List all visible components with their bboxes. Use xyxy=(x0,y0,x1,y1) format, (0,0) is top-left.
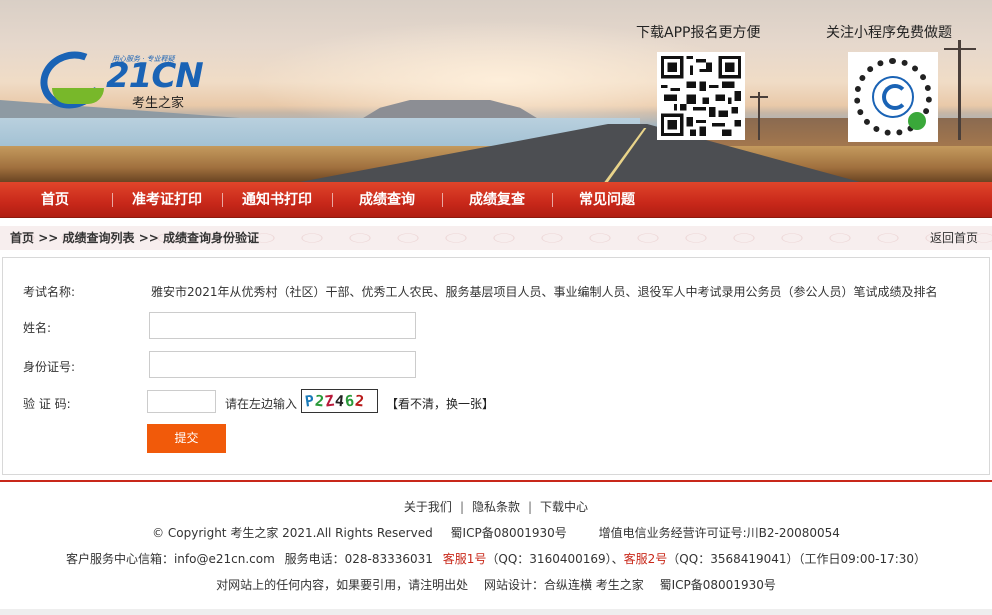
footer-icp2[interactable]: 蜀ICP备08001930号 xyxy=(660,578,776,592)
captcha-refresh-link[interactable]: 【看不清，换一张】 xyxy=(386,395,494,412)
utility-pole xyxy=(958,40,961,140)
footer-notice-row: 对网站上的任何内容，如果要引用，请注明出处 网站设计：合纵连横 考生之家 蜀IC… xyxy=(0,576,992,593)
nav-item-admission-ticket[interactable]: 准考证打印 xyxy=(112,182,222,218)
captcha-label: 验 证 码: xyxy=(23,397,71,411)
site-logo[interactable]: 用心服务 · 专业释疑 21CN 考生之家 xyxy=(32,42,204,118)
footer-service-row: 客户服务中心信箱：info@e21cn.com 服务电话：028-8333603… xyxy=(0,550,992,567)
utility-pole xyxy=(758,92,760,140)
captcha-input[interactable] xyxy=(147,390,216,413)
footer-link-privacy[interactable]: 隐私条款 xyxy=(472,500,520,514)
footer-links: 关于我们 | 隐私条款 | 下载中心 xyxy=(0,498,992,515)
captcha-char: 2 xyxy=(354,391,366,411)
qr-app-code-icon[interactable] xyxy=(657,52,745,140)
breadcrumb-list[interactable]: 成绩查询列表 xyxy=(63,231,135,245)
qr-code-icon xyxy=(661,56,741,136)
breadcrumb-sep: >> xyxy=(138,231,159,245)
id-number-label: 身份证号: xyxy=(23,360,76,374)
nav-item-faq[interactable]: 常见问题 xyxy=(552,182,662,218)
exam-name-value: 雅安市2021年从优秀村（社区）干部、优秀工人农民、服务基层项目人员、事业编制人… xyxy=(151,285,938,299)
back-home-link[interactable]: 返回首页 xyxy=(930,226,978,250)
footer-phone: 服务电话：028-83336031 xyxy=(284,552,433,566)
footer-link-download[interactable]: 下载中心 xyxy=(540,500,588,514)
footer-kefu2-qq: （QQ：3568419041）（工作日09:00-17:30） xyxy=(667,552,927,566)
mini-program-code-icon[interactable] xyxy=(848,52,938,142)
mini-program-logo-icon xyxy=(872,76,914,118)
footer-bottom-bar xyxy=(0,609,992,615)
nav-item-score-review[interactable]: 成绩复查 xyxy=(442,182,552,218)
footer-kefu2-link[interactable]: 客服2号 xyxy=(624,552,668,566)
captcha-image[interactable]: P2Z462 xyxy=(301,389,378,413)
submit-button[interactable]: 提交 xyxy=(147,424,226,453)
footer-kefu1-link[interactable]: 客服1号 xyxy=(443,552,487,566)
nav-item-notice-print[interactable]: 通知书打印 xyxy=(222,182,332,218)
logo-ring-icon xyxy=(32,42,112,118)
breadcrumb: 首页 >> 成绩查询列表 >> 成绩查询身份验证 返回首页 xyxy=(0,226,992,250)
utility-pole-bar xyxy=(750,96,768,98)
nav-item-home[interactable]: 首页 xyxy=(0,182,110,218)
footer-sep: | xyxy=(459,500,464,514)
exam-name-label: 考试名称: xyxy=(23,285,76,299)
logo-subtitle: 考生之家 xyxy=(132,96,185,111)
captcha-hint: 请在左边输入 xyxy=(225,397,298,411)
id-number-input[interactable] xyxy=(149,351,416,378)
qr-mini-title: 关注小程序免费做题 xyxy=(826,25,952,41)
footer-kefu1-qq: （QQ：3160400169）、 xyxy=(486,552,624,566)
footer-copyright: © Copyright 考生之家 2021.All Rights Reserve… xyxy=(152,526,433,540)
logo-swoosh-icon xyxy=(52,88,104,104)
breadcrumb-home[interactable]: 首页 xyxy=(10,231,34,245)
wechat-icon xyxy=(908,112,926,130)
footer-copyright-row: © Copyright 考生之家 2021.All Rights Reserve… xyxy=(0,524,992,541)
breadcrumb-trail: 首页 >> 成绩查询列表 >> 成绩查询身份验证 xyxy=(10,226,259,250)
utility-pole-bar xyxy=(944,48,976,50)
nav-item-score-query[interactable]: 成绩查询 xyxy=(332,182,442,218)
main-nav: 首页 准考证打印 通知书打印 成绩查询 成绩复查 常见问题 xyxy=(0,182,992,218)
breadcrumb-sep: >> xyxy=(38,231,59,245)
footer-license: 增值电信业务经营许可证号:川B2-20080054 xyxy=(598,526,840,540)
identity-verify-form: 考试名称: 雅安市2021年从优秀村（社区）干部、优秀工人农民、服务基层项目人员… xyxy=(2,257,990,475)
footer-mail[interactable]: info@e21cn.com xyxy=(174,552,275,566)
footer-icp[interactable]: 蜀ICP备08001930号 xyxy=(451,526,567,540)
header-banner: 用心服务 · 专业释疑 21CN 考生之家 下载APP报名更方便 关注小程序免费… xyxy=(0,0,992,182)
footer-sep: | xyxy=(528,500,533,514)
breadcrumb-current: 成绩查询身份验证 xyxy=(163,231,260,245)
footer-link-about[interactable]: 关于我们 xyxy=(404,500,452,514)
footer-mail-label: 客户服务中心信箱： xyxy=(65,552,174,566)
logo-wordmark: 21CN xyxy=(106,56,204,96)
qr-app-title: 下载APP报名更方便 xyxy=(636,25,761,41)
name-label: 姓名: xyxy=(23,321,52,335)
name-input[interactable] xyxy=(149,312,416,339)
footer-design: 网站设计：合纵连横 考生之家 xyxy=(483,578,644,592)
footer-notice: 对网站上的任何内容，如果要引用，请注明出处 xyxy=(216,578,469,592)
footer-divider xyxy=(0,480,992,482)
